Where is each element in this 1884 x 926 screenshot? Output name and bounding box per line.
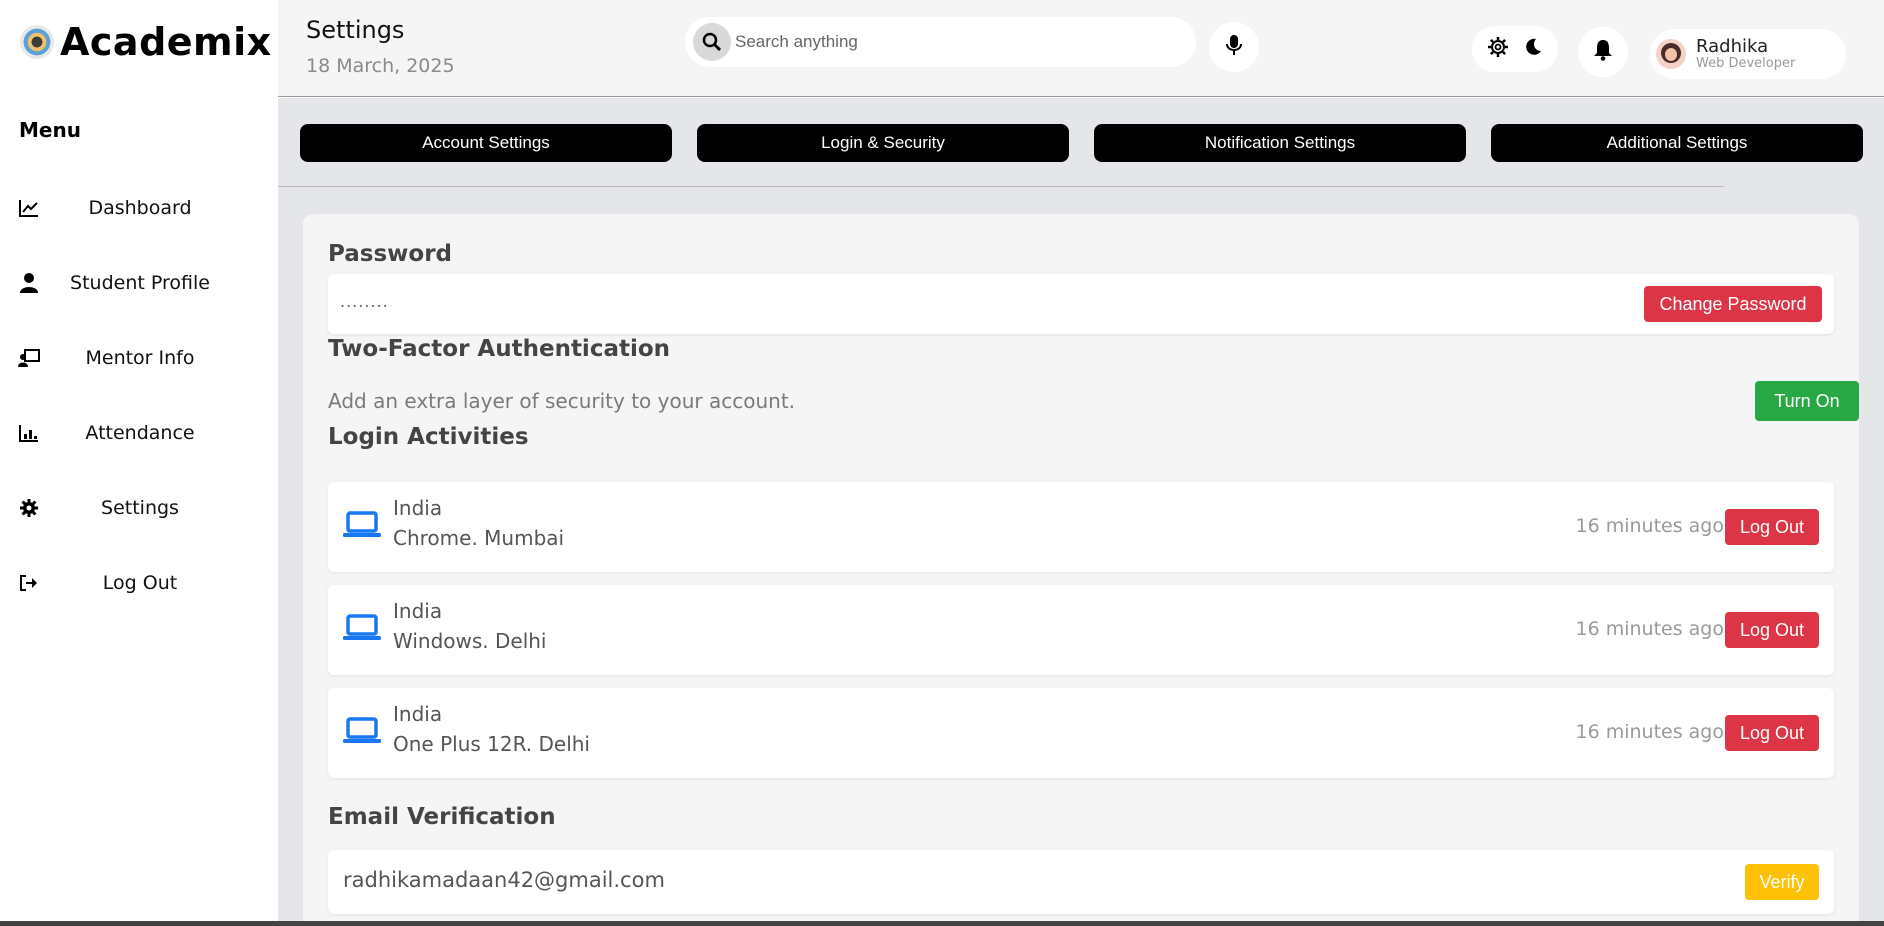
- sidebar-item-label: Log Out: [102, 572, 178, 594]
- search-icon[interactable]: [693, 23, 731, 61]
- activity-time: 16 minutes ago: [1575, 618, 1725, 640]
- email-value: radhikamadaan42@gmail.com: [343, 868, 665, 892]
- search-bar: [685, 17, 1196, 67]
- sidebar-item-label: Attendance: [85, 422, 195, 444]
- microphone-icon: [1226, 34, 1242, 60]
- laptop-icon: [343, 511, 381, 537]
- login-activity-item: India Windows. Delhi 16 minutes ago Log …: [328, 585, 1834, 675]
- sidebar-item-attendance[interactable]: Attendance: [0, 411, 278, 455]
- password-mask: ........: [340, 292, 389, 311]
- email-row: radhikamadaan42@gmail.com Verify: [328, 850, 1834, 914]
- activity-country: India: [393, 599, 443, 623]
- verify-button[interactable]: Verify: [1745, 864, 1819, 900]
- activity-device: Chrome. Mumbai: [393, 526, 565, 550]
- login-activity-item: India One Plus 12R. Delhi 16 minutes ago…: [328, 688, 1834, 778]
- log-out-button[interactable]: Log Out: [1725, 509, 1819, 545]
- gear-icon: [18, 497, 40, 519]
- page-date: 18 March, 2025: [306, 55, 455, 77]
- activity-device: Windows. Delhi: [393, 629, 547, 653]
- activity-time: 16 minutes ago: [1575, 721, 1725, 743]
- activity-country: India: [393, 496, 443, 520]
- user-role: Web Developer: [1696, 55, 1796, 71]
- password-row: ........ Change Password: [328, 274, 1834, 334]
- sidebar-item-label: Student Profile: [70, 272, 210, 294]
- user-icon: [18, 272, 40, 294]
- login-activity-item: India Chrome. Mumbai 16 minutes ago Log …: [328, 482, 1834, 572]
- two-factor-description: Add an extra layer of security to your a…: [328, 389, 796, 413]
- sidebar: Academix Menu Dashboard Student Profile …: [0, 0, 278, 926]
- gear-icon[interactable]: [1487, 36, 1509, 62]
- sidebar-item-label: Dashboard: [88, 197, 192, 219]
- tab-notification-settings[interactable]: Notification Settings: [1094, 124, 1466, 162]
- tab-account-settings[interactable]: Account Settings: [300, 124, 672, 162]
- security-card: Password ........ Change Password Two-Fa…: [303, 214, 1859, 926]
- email-verification-title: Email Verification: [328, 804, 556, 830]
- brand-logo-icon: [20, 25, 54, 59]
- bell-icon: [1593, 39, 1613, 65]
- laptop-icon: [343, 717, 381, 743]
- activity-time: 16 minutes ago: [1575, 515, 1725, 537]
- two-factor-title: Two-Factor Authentication: [328, 336, 671, 362]
- sidebar-item-label: Settings: [101, 497, 179, 519]
- page-title: Settings: [306, 16, 405, 44]
- sidebar-item-label: Mentor Info: [85, 347, 195, 369]
- bar-chart-icon: [18, 422, 40, 444]
- search-input[interactable]: [735, 32, 1155, 52]
- log-out-button[interactable]: Log Out: [1725, 715, 1819, 751]
- avatar: [1656, 39, 1686, 69]
- tab-divider: [278, 186, 1724, 187]
- notification-button[interactable]: [1578, 27, 1628, 77]
- sidebar-item-mentor-info[interactable]: Mentor Info: [0, 336, 278, 380]
- brand-name: Academix: [60, 20, 272, 64]
- change-password-button[interactable]: Change Password: [1644, 286, 1822, 322]
- activity-country: India: [393, 702, 443, 726]
- sidebar-item-log-out[interactable]: Log Out: [0, 561, 278, 605]
- sidebar-item-settings[interactable]: Settings: [0, 486, 278, 530]
- theme-toggle: [1472, 26, 1558, 72]
- menu-title: Menu: [19, 118, 81, 142]
- tab-login-security[interactable]: Login & Security: [697, 124, 1069, 162]
- user-info: Radhika Web Developer: [1696, 37, 1795, 71]
- brand[interactable]: Academix: [20, 20, 272, 64]
- laptop-icon: [343, 614, 381, 640]
- chalkboard-teacher-icon: [18, 347, 40, 369]
- turn-on-button[interactable]: Turn On: [1755, 381, 1859, 421]
- window-bottom-edge: [0, 921, 1884, 926]
- microphone-button[interactable]: [1209, 22, 1259, 72]
- user-name: Radhika: [1696, 35, 1769, 57]
- sign-out-icon: [18, 572, 40, 594]
- user-profile[interactable]: Radhika Web Developer: [1650, 29, 1846, 79]
- activity-device: One Plus 12R. Delhi: [393, 732, 590, 756]
- chart-line-icon: [18, 197, 40, 219]
- sidebar-item-student-profile[interactable]: Student Profile: [0, 261, 278, 305]
- moon-icon[interactable]: [1523, 37, 1543, 61]
- log-out-button[interactable]: Log Out: [1725, 612, 1819, 648]
- login-activities-title: Login Activities: [328, 424, 529, 450]
- topbar: Settings 18 March, 2025 Radhika Web Deve…: [278, 0, 1884, 97]
- password-title: Password: [328, 241, 452, 267]
- main-content: Account Settings Login & Security Notifi…: [278, 98, 1884, 926]
- tab-additional-settings[interactable]: Additional Settings: [1491, 124, 1863, 162]
- sidebar-item-dashboard[interactable]: Dashboard: [0, 186, 278, 230]
